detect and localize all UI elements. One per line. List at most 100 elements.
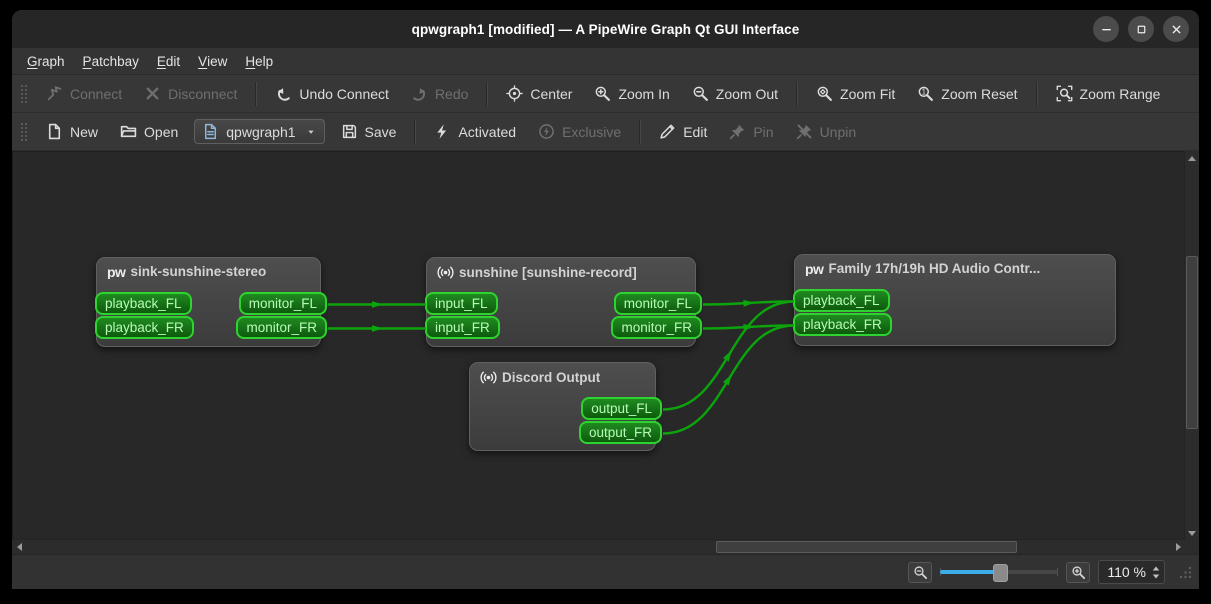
- open-button[interactable]: Open: [110, 118, 188, 145]
- node-family[interactable]: pwFamily 17h/19h HD Audio Contr... playba…: [794, 254, 1116, 346]
- node-header[interactable]: Discord Output: [470, 363, 655, 386]
- unpin-button[interactable]: Unpin: [786, 118, 867, 145]
- titlebar[interactable]: qpwgraph1 [modified] — A PipeWire Graph …: [12, 10, 1199, 48]
- connection-edge[interactable]: [703, 302, 794, 305]
- save-button[interactable]: Save: [331, 118, 407, 145]
- vertical-scrollbar[interactable]: [1184, 151, 1199, 540]
- horizontal-scrollbar-thumb[interactable]: [716, 541, 1017, 553]
- toolbar-item-label: Zoom Reset: [941, 86, 1017, 102]
- zoom-value: 110 %: [1107, 564, 1146, 580]
- stream-icon: [480, 369, 497, 386]
- toolbar-item-label: Center: [530, 86, 572, 102]
- application-window: qpwgraph1 [modified] — A PipeWire Graph …: [12, 10, 1199, 589]
- menu-patchbay[interactable]: Patchbay: [74, 48, 148, 74]
- zoom-out-icon: [913, 565, 928, 580]
- zoom-reset-button[interactable]: 1 Zoom Reset: [907, 80, 1027, 107]
- exclusive-button[interactable]: Exclusive: [528, 118, 631, 145]
- open-folder-icon: [120, 123, 137, 140]
- port-output_FR[interactable]: output_FR: [579, 421, 662, 444]
- minimize-button[interactable]: [1093, 16, 1119, 42]
- zoom-spinbox[interactable]: 110 %: [1098, 560, 1165, 584]
- zoom-out-button[interactable]: Zoom Out: [682, 80, 788, 107]
- edit-button[interactable]: Edit: [649, 118, 717, 145]
- connection-edge[interactable]: [703, 326, 794, 329]
- graph-toolbar: Connect Disconnect Undo Connect Redo Center Z…: [12, 75, 1199, 113]
- connect-button[interactable]: Connect: [36, 80, 132, 107]
- port-monitor_FL[interactable]: monitor_FL: [239, 292, 327, 315]
- toolbar-item-label: Save: [365, 124, 397, 140]
- port-input_FL[interactable]: input_FL: [425, 292, 498, 315]
- port-input_FR[interactable]: input_FR: [425, 316, 500, 339]
- activated-button[interactable]: Activated: [424, 118, 526, 145]
- zoom-range-button[interactable]: Zoom Range: [1046, 80, 1171, 107]
- menu-graph[interactable]: Graph: [18, 48, 74, 74]
- port-monitor_FR[interactable]: monitor_FR: [611, 316, 702, 339]
- toolbar-item-label: Connect: [70, 86, 122, 102]
- port-playback_FR[interactable]: playback_FR: [95, 316, 194, 339]
- zoom-in-button[interactable]: [1066, 562, 1090, 583]
- window-title: qpwgraph1 [modified] — A PipeWire Graph …: [12, 10, 1199, 48]
- toolbar-item-label: Pin: [753, 124, 773, 140]
- zoom-out-icon: [692, 85, 709, 102]
- node-title: Family 17h/19h HD Audio Contr...: [828, 261, 1040, 276]
- toolbar-item-label: Zoom In: [618, 86, 669, 102]
- toolbar-item-label: Zoom Fit: [840, 86, 895, 102]
- zoom-controls: 110 %: [908, 560, 1199, 584]
- menubar: GraphPatchbayEditViewHelp: [12, 48, 1199, 75]
- vertical-scrollbar-thumb[interactable]: [1186, 256, 1198, 429]
- resize-grip[interactable]: [1177, 564, 1193, 580]
- menu-edit[interactable]: Edit: [148, 48, 189, 74]
- edge-arrow: [372, 301, 383, 308]
- spin-up-arrow[interactable]: [1153, 566, 1159, 570]
- stream-icon: [437, 264, 454, 281]
- node-header[interactable]: sunshine [sunshine-record]: [427, 258, 695, 281]
- toolbar-item-label: Edit: [683, 124, 707, 140]
- menu-view[interactable]: View: [189, 48, 236, 74]
- close-button[interactable]: [1163, 16, 1189, 42]
- port-playback_FL[interactable]: playback_FL: [95, 292, 192, 315]
- pin-button[interactable]: Pin: [719, 118, 783, 145]
- toolbar-separator: [796, 82, 798, 106]
- zoom-slider[interactable]: [940, 563, 1058, 581]
- node-discord[interactable]: Discord Outputoutput_FLoutput_FR: [469, 362, 656, 451]
- toolbar-separator: [255, 82, 257, 106]
- scroll-right-arrow[interactable]: [1171, 540, 1185, 554]
- scroll-up-arrow[interactable]: [1185, 151, 1199, 165]
- scroll-down-arrow[interactable]: [1185, 526, 1199, 540]
- center-button[interactable]: Center: [496, 80, 582, 107]
- zoom-out-button[interactable]: [908, 562, 932, 583]
- menu-help[interactable]: Help: [236, 48, 282, 74]
- spin-down-arrow[interactable]: [1153, 574, 1159, 578]
- port-monitor_FL[interactable]: monitor_FL: [614, 292, 702, 315]
- zoom-fit-button[interactable]: Zoom Fit: [806, 80, 905, 107]
- toolbar-item-label: Unpin: [820, 124, 857, 140]
- redo-button[interactable]: Redo: [401, 80, 478, 107]
- new-button[interactable]: New: [36, 118, 108, 145]
- toolbar-handle[interactable]: [19, 121, 27, 143]
- horizontal-scrollbar[interactable]: [12, 539, 1185, 554]
- edge-arrow: [372, 325, 383, 332]
- port-playback_FR[interactable]: playback_FR: [793, 313, 892, 336]
- toolbar-item-label: Redo: [435, 86, 468, 102]
- node-header[interactable]: pwsink-sunshine-stereo: [97, 258, 320, 279]
- edge-arrow: [723, 350, 732, 361]
- port-monitor_FR[interactable]: monitor_FR: [236, 316, 327, 339]
- undo-connect-button[interactable]: Undo Connect: [265, 80, 399, 107]
- graph-canvas[interactable]: pwsink-sunshine-stereoplayback_FLplaybac…: [12, 151, 1185, 540]
- disconnect-button[interactable]: Disconnect: [134, 80, 247, 107]
- zoom-in-button[interactable]: Zoom In: [584, 80, 679, 107]
- toolbar-handle[interactable]: [19, 83, 27, 105]
- canvas-area: pwsink-sunshine-stereoplayback_FLplaybac…: [12, 151, 1199, 554]
- node-sink[interactable]: pwsink-sunshine-stereo playback_FLplaybac…: [96, 257, 321, 347]
- port-playback_FL[interactable]: playback_FL: [793, 289, 890, 312]
- node-header[interactable]: pwFamily 17h/19h HD Audio Contr...: [795, 255, 1115, 276]
- port-output_FL[interactable]: output_FL: [581, 397, 662, 420]
- edit-icon: [659, 123, 676, 140]
- scroll-left-arrow[interactable]: [12, 540, 26, 554]
- patchbay-profile-dropdown[interactable]: qpwgraph1: [194, 119, 324, 144]
- maximize-button[interactable]: [1128, 16, 1154, 42]
- zoom-slider-handle[interactable]: [993, 564, 1008, 582]
- toolbar-item-label: Open: [144, 124, 178, 140]
- zoom-reset-icon: 1: [917, 85, 934, 102]
- node-sunshine[interactable]: sunshine [sunshine-record] input_FLinput_…: [426, 257, 696, 347]
